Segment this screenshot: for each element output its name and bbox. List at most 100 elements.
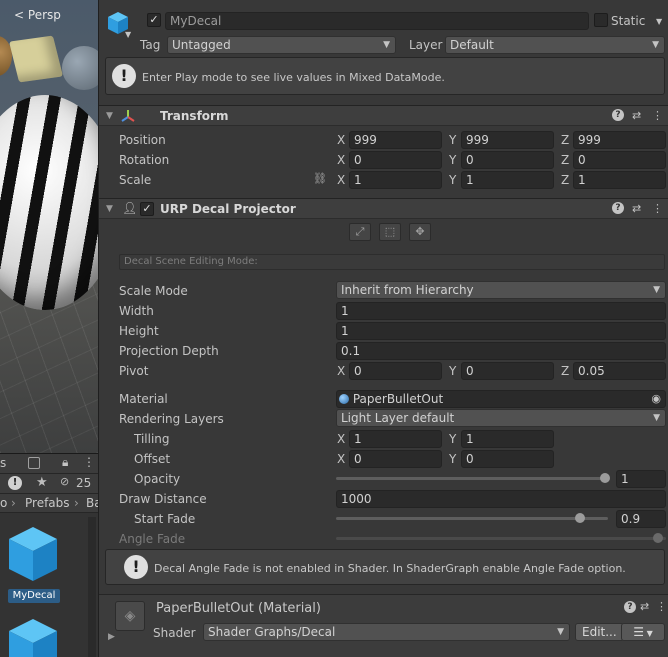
hidden-count-icon[interactable]: ⊘ — [60, 475, 69, 488]
icon-dropdown-arrow[interactable]: ▼ — [125, 30, 131, 39]
start-fade-slider-knob[interactable] — [575, 513, 585, 523]
position-y-field[interactable]: 999 — [461, 131, 554, 149]
asset-mydecal-label[interactable]: MyDecal — [8, 589, 60, 603]
presets-icon[interactable]: ⇄ — [640, 600, 649, 613]
angle-fade-label: Angle Fade — [119, 532, 186, 546]
decal-edit-mode-label: Decal Scene Editing Mode: — [119, 254, 665, 270]
persp-toggle[interactable]: < Persp — [14, 8, 61, 22]
static-dropdown-arrow[interactable]: ▼ — [656, 17, 662, 26]
rendering-layers-dropdown[interactable]: Light Layer default ▼ — [336, 409, 666, 427]
height-label: Height — [119, 324, 159, 338]
decal-projector-header[interactable]: ▼ 👤︎ ✓ URP Decal Projector ? ⇄ ⋮ — [99, 198, 668, 219]
decal-component-icon: 👤︎ — [122, 201, 138, 215]
material-value: PaperBulletOut — [352, 392, 444, 406]
more-icon[interactable]: ⋮ — [83, 455, 95, 469]
foldout-arrow-icon[interactable]: ▶ — [108, 632, 115, 642]
chevron-down-icon: ▼ — [383, 40, 390, 50]
height-field[interactable]: 1 — [336, 322, 666, 340]
start-fade-field[interactable]: 0.9 — [616, 510, 666, 528]
active-checkbox[interactable]: ✓ — [147, 13, 161, 27]
foldout-arrow-icon[interactable]: ▼ — [106, 111, 113, 121]
breadcrumb-next[interactable]: Ba — [86, 496, 98, 510]
asset-prefab-2[interactable] — [7, 617, 59, 657]
info-filter-icon[interactable]: ! — [8, 476, 22, 490]
scene-view[interactable]: < Persp — [0, 0, 98, 453]
material-field[interactable]: PaperBulletOut ◉ — [336, 390, 666, 408]
shader-dropdown[interactable]: Shader Graphs/Decal ▼ — [203, 623, 570, 641]
position-x-field[interactable]: 999 — [349, 131, 442, 149]
presets-icon[interactable]: ⇄ — [632, 202, 641, 215]
rotation-x-field[interactable]: 0 — [349, 151, 442, 169]
foldout-arrow-icon[interactable]: ▼ — [106, 204, 113, 214]
more-icon[interactable]: ⋮ — [652, 202, 663, 215]
opacity-field[interactable]: 1 — [616, 470, 666, 488]
opacity-slider-knob[interactable] — [600, 473, 610, 483]
window-icon[interactable] — [28, 457, 40, 469]
pivot-z-field[interactable]: 0.05 — [573, 362, 666, 380]
tilling-x-field[interactable]: 1 — [349, 430, 442, 448]
more-icon[interactable]: ⋮ — [656, 600, 667, 613]
project-scrollbar[interactable] — [88, 517, 96, 657]
axis-y-label[interactable]: Y — [449, 133, 456, 147]
object-picker-icon[interactable]: ◉ — [651, 391, 661, 407]
axis-y-label[interactable]: Y — [449, 432, 456, 446]
position-z-field[interactable]: 999 — [573, 131, 666, 149]
gameobject-name-field[interactable]: MyDecal — [165, 12, 589, 30]
scale-mode-dropdown[interactable]: Inherit from Hierarchy ▼ — [336, 281, 666, 299]
lock-icon[interactable]: 🔒︎ — [62, 455, 68, 470]
offset-x-field[interactable]: 0 — [349, 450, 442, 468]
layer-dropdown[interactable]: Default ▼ — [445, 36, 665, 54]
projection-depth-field[interactable]: 0.1 — [336, 342, 666, 360]
asset-mydecal[interactable] — [7, 525, 59, 583]
edit-uv-button[interactable]: ⤢ — [349, 223, 371, 241]
opacity-slider[interactable] — [336, 477, 608, 480]
edit-bounds-button[interactable]: ⬚ — [379, 223, 401, 241]
chevron-down-icon: ▼ — [557, 627, 564, 637]
static-checkbox[interactable] — [594, 13, 608, 27]
axis-y-label[interactable]: Y — [449, 364, 456, 378]
scale-x-field[interactable]: 1 — [349, 171, 442, 189]
axis-z-label[interactable]: Z — [561, 173, 569, 187]
axis-y-label[interactable]: Y — [449, 173, 456, 187]
axis-x-label[interactable]: X — [337, 173, 345, 187]
rendering-layers-value: Light Layer default — [341, 411, 455, 425]
breadcrumb-prefabs[interactable]: Prefabs — [25, 496, 70, 510]
breadcrumb-prefix[interactable]: o — [0, 496, 7, 510]
offset-y-field[interactable]: 0 — [461, 450, 554, 468]
axis-x-label[interactable]: X — [337, 364, 345, 378]
axis-x-label[interactable]: X — [337, 452, 345, 466]
constrain-proportions-icon[interactable]: ⛓︎ — [313, 172, 327, 185]
axis-x-label[interactable]: X — [337, 153, 345, 167]
more-icon[interactable]: ⋮ — [652, 109, 663, 122]
help-icon[interactable]: ? — [612, 202, 624, 214]
width-field[interactable]: 1 — [336, 302, 666, 320]
axis-y-label[interactable]: Y — [449, 452, 456, 466]
left-panels: < Persp s 🔒︎ ⋮ ! ★ ⊘ 25 o › Prefabs › Ba — [0, 0, 98, 657]
rotation-y-field[interactable]: 0 — [461, 151, 554, 169]
presets-icon[interactable]: ⇄ — [632, 109, 641, 122]
axis-z-label[interactable]: Z — [561, 133, 569, 147]
draw-distance-field[interactable]: 1000 — [336, 490, 666, 508]
decal-enabled-checkbox[interactable]: ✓ — [140, 202, 154, 216]
edit-shader-button[interactable]: Edit... — [575, 623, 624, 641]
help-icon[interactable]: ? — [612, 109, 624, 121]
shader-options-button[interactable]: ☰ ▼ — [621, 623, 665, 641]
pivot-x-field[interactable]: 0 — [349, 362, 442, 380]
tag-dropdown[interactable]: Untagged ▼ — [167, 36, 396, 54]
rotation-z-field[interactable]: 0 — [573, 151, 666, 169]
axis-x-label[interactable]: X — [337, 133, 345, 147]
start-fade-slider[interactable] — [336, 517, 608, 520]
transform-header[interactable]: ▼ Transform ? ⇄ ⋮ — [99, 105, 668, 126]
edit-pivot-button[interactable]: ✥ — [409, 223, 431, 241]
rendering-layers-label: Rendering Layers — [119, 412, 224, 426]
help-icon[interactable]: ? — [624, 601, 636, 613]
axis-y-label[interactable]: Y — [449, 153, 456, 167]
scale-z-field[interactable]: 1 — [573, 171, 666, 189]
scale-y-field[interactable]: 1 — [461, 171, 554, 189]
tilling-y-field[interactable]: 1 — [461, 430, 554, 448]
axis-x-label[interactable]: X — [337, 432, 345, 446]
axis-z-label[interactable]: Z — [561, 364, 569, 378]
axis-z-label[interactable]: Z — [561, 153, 569, 167]
favorite-icon[interactable]: ★ — [36, 475, 48, 490]
pivot-y-field[interactable]: 0 — [461, 362, 554, 380]
